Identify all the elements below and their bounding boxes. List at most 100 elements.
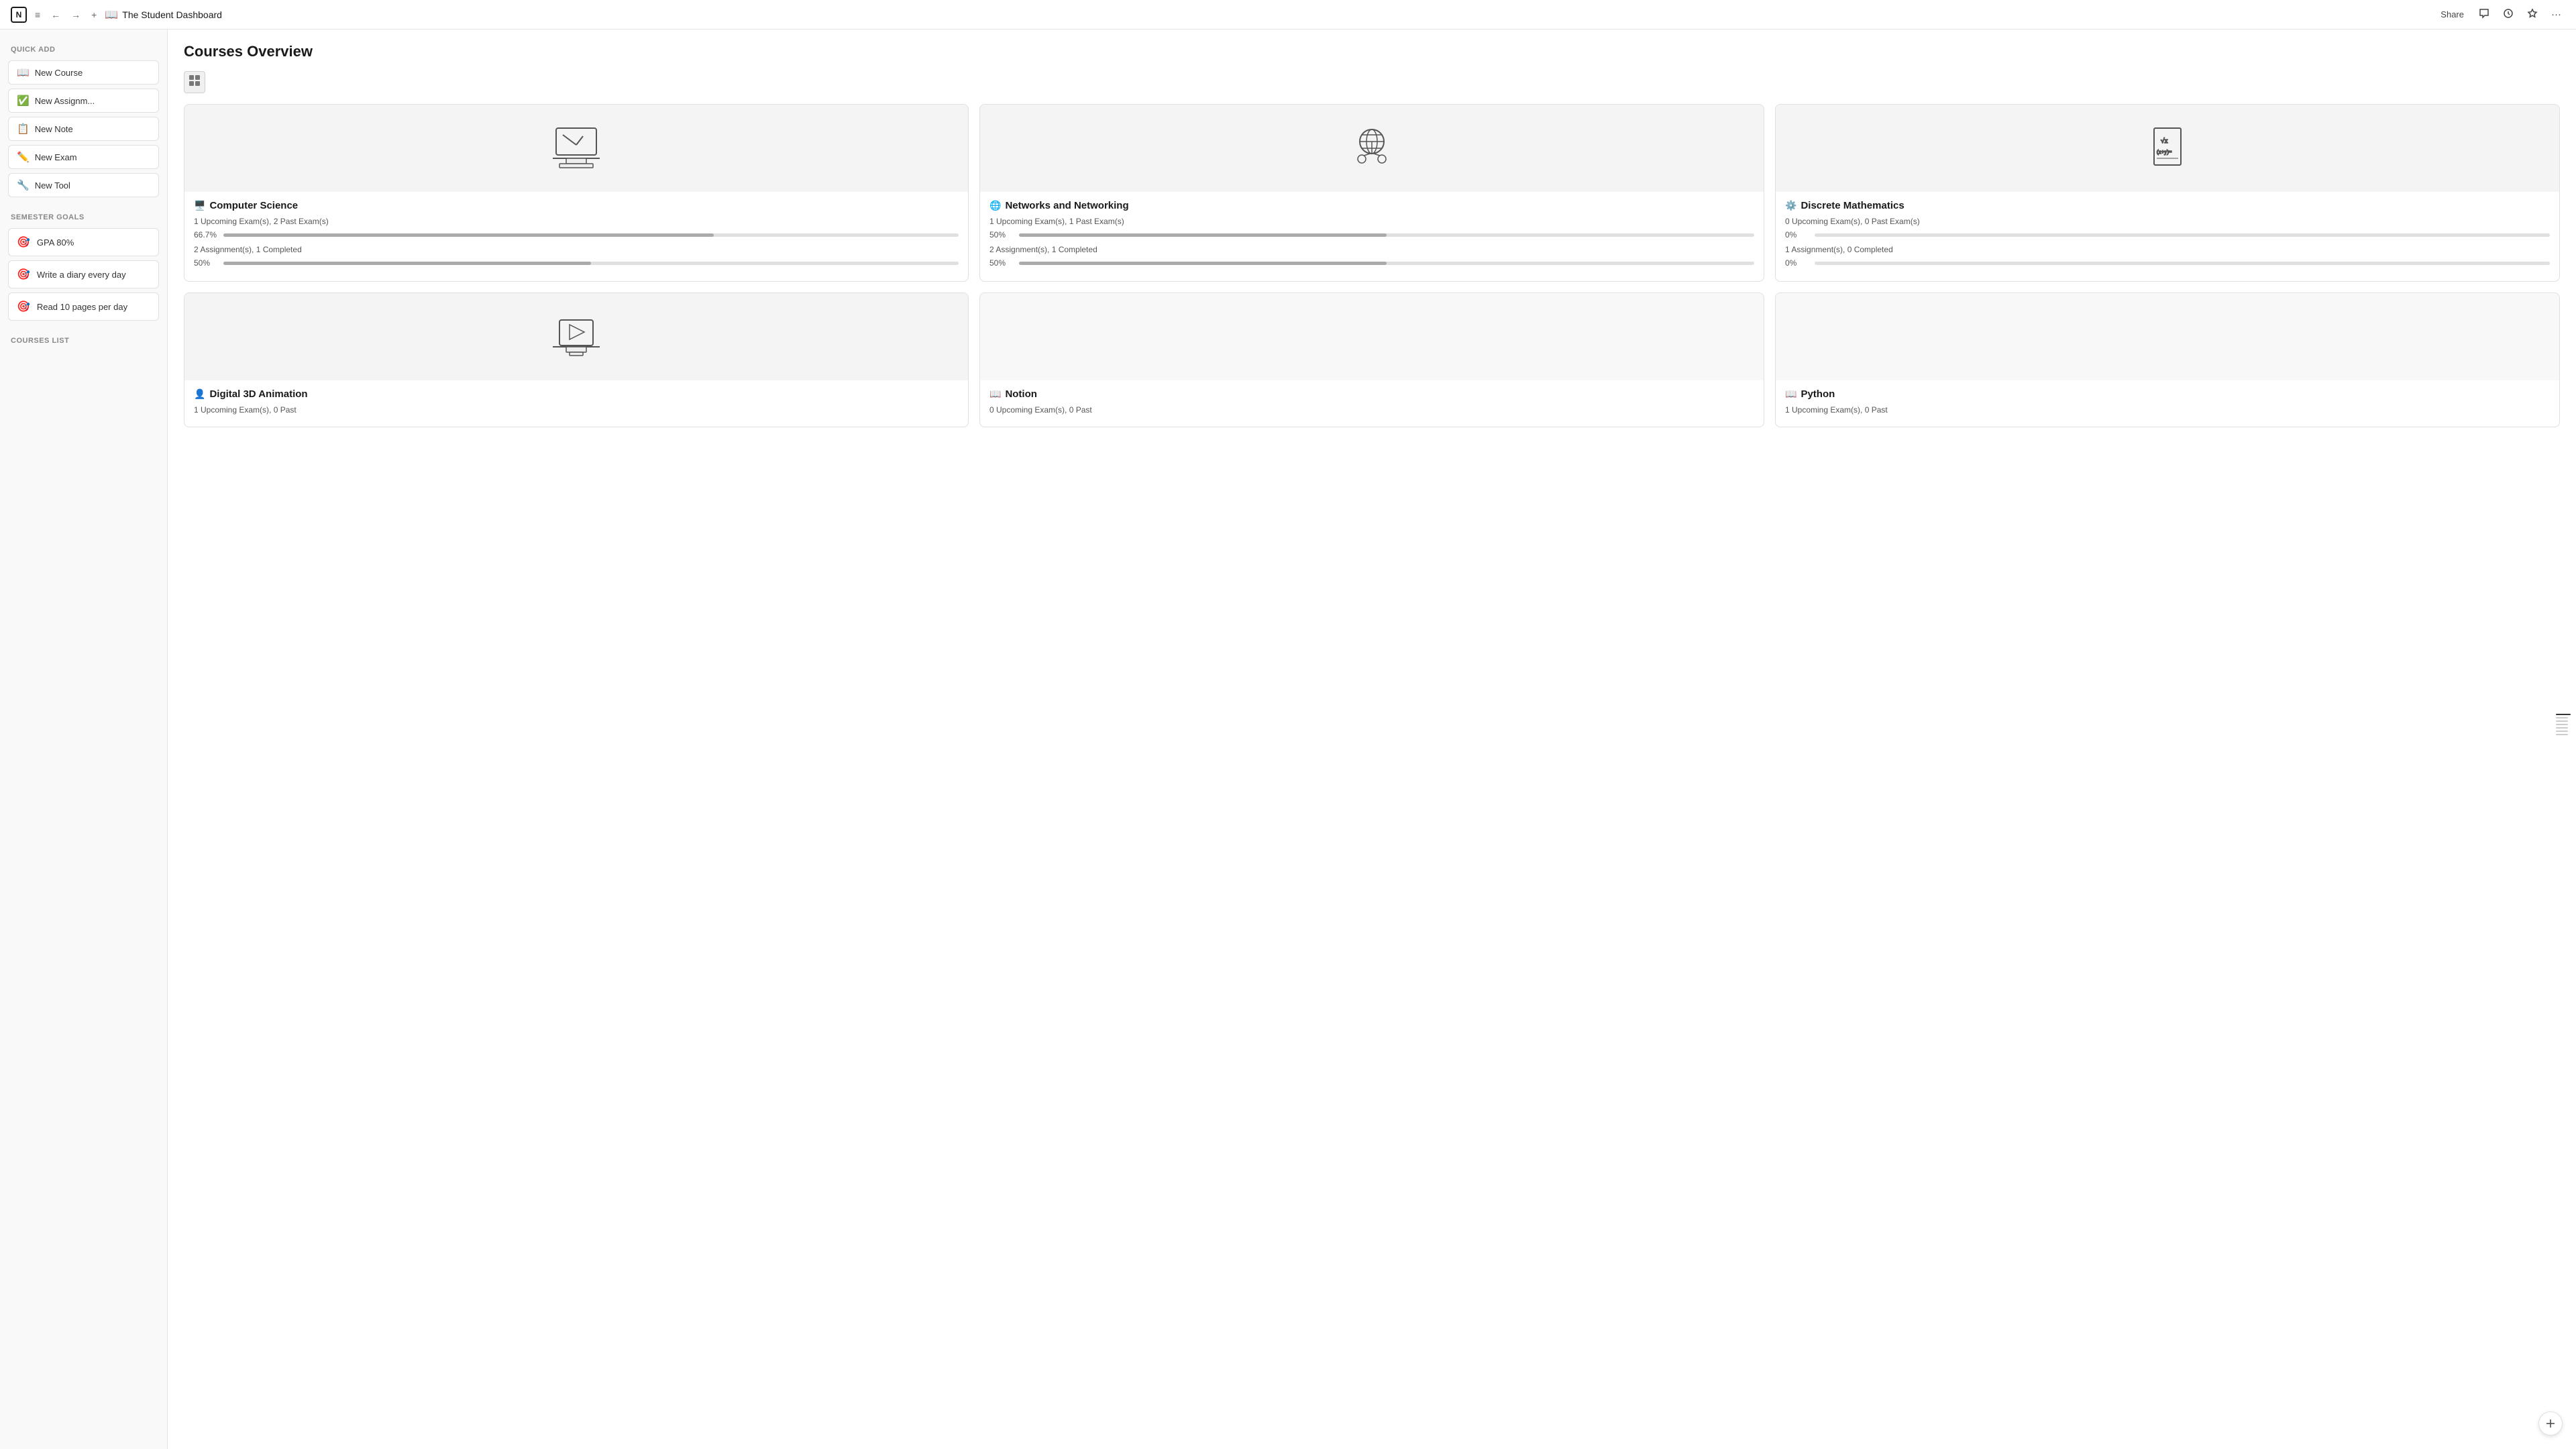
goal-reading-icon: 🎯 <box>17 300 30 313</box>
new-note-button[interactable]: 📋 New Note <box>8 117 159 141</box>
star-button[interactable] <box>2523 5 2542 24</box>
topbar-left: N ≡ ← → + 📖 The Student Dashboard <box>11 7 222 23</box>
new-tool-icon: 🔧 <box>17 179 30 191</box>
nn-title-icon: 🌐 <box>989 200 1001 211</box>
goal-gpa-icon: 🎯 <box>17 235 30 249</box>
cs-exam-progress-bg <box>223 233 959 237</box>
course-title-dm: ⚙️ Discrete Mathematics <box>1785 200 2550 211</box>
nn-exam-progress-label: 50% <box>989 230 1014 239</box>
dm-exam-progress-bg <box>1815 233 2550 237</box>
course-card-nn[interactable]: 🌐 Networks and Networking 1 Upcoming Exa… <box>979 104 1764 282</box>
python-exam-info: 1 Upcoming Exam(s), 0 Past <box>1785 405 2550 415</box>
nn-assignment-info: 2 Assignment(s), 1 Completed <box>989 245 1754 254</box>
new-tool-label: New Tool <box>35 180 70 191</box>
course-card-python[interactable]: 📖 Python 1 Upcoming Exam(s), 0 Past <box>1775 292 2560 427</box>
floating-action-button[interactable] <box>2538 1411 2563 1436</box>
cs-exam-progress-label: 66.7% <box>194 230 218 239</box>
cs-assignment-progress-fill <box>223 262 591 265</box>
content-area: Courses Overview <box>168 30 2576 1449</box>
course-title-cs: 🖥️ Computer Science <box>194 200 959 211</box>
cs-assignment-info: 2 Assignment(s), 1 Completed <box>194 245 959 254</box>
courses-overview-title: Courses Overview <box>184 43 2560 60</box>
topbar-right: Share ··· <box>2435 5 2565 24</box>
cs-exam-info: 1 Upcoming Exam(s), 2 Past Exam(s) <box>194 217 959 226</box>
back-button[interactable]: ← <box>48 7 63 23</box>
new-course-button[interactable]: 📖 New Course <box>8 60 159 85</box>
more-button[interactable]: ··· <box>2547 6 2565 23</box>
hamburger-button[interactable]: ≡ <box>32 7 43 23</box>
grid-view-button[interactable] <box>184 71 205 93</box>
scroll-dash-6 <box>2556 731 2568 732</box>
dm-assignment-progress-row: 0% <box>1785 258 2550 268</box>
dm-assignment-progress-bg <box>1815 262 2550 265</box>
new-note-icon: 📋 <box>17 123 30 135</box>
sidebar: Quick Add 📖 New Course ✅ New Assignm... … <box>0 30 168 1449</box>
new-exam-button[interactable]: ✏️ New Exam <box>8 145 159 169</box>
course-title-python: 📖 Python <box>1785 388 2550 400</box>
nn-exam-progress-fill <box>1019 233 1387 237</box>
scroll-indicator <box>2556 714 2571 735</box>
history-button[interactable] <box>2499 5 2518 24</box>
semester-goals-title: Semester Goals <box>8 208 159 225</box>
new-assignment-icon: ✅ <box>17 95 30 107</box>
cs-assignment-progress-bg <box>223 262 959 265</box>
course-card-dm[interactable]: √x (x+y)= ⚙️ Discrete Mathematics 0 Upco… <box>1775 104 2560 282</box>
nn-assignment-progress-bg <box>1019 262 1754 265</box>
nn-exam-progress-bg <box>1019 233 1754 237</box>
course-image-notion <box>980 293 1764 380</box>
goal-diary-label: Write a diary every day <box>37 270 126 280</box>
svg-text:√x: √x <box>2161 138 2168 145</box>
nn-exam-info: 1 Upcoming Exam(s), 1 Past Exam(s) <box>989 217 1754 226</box>
course-body-python: 📖 Python 1 Upcoming Exam(s), 0 Past <box>1776 380 2559 427</box>
new-assignment-button[interactable]: ✅ New Assignm... <box>8 89 159 113</box>
comment-button[interactable] <box>2475 5 2493 24</box>
dm-exam-progress-label: 0% <box>1785 230 1809 239</box>
page-title-container: 📖 The Student Dashboard <box>105 8 222 21</box>
course-body-d3d: 👤 Digital 3D Animation 1 Upcoming Exam(s… <box>184 380 968 427</box>
scroll-dash-4 <box>2556 724 2568 725</box>
new-exam-icon: ✏️ <box>17 151 30 163</box>
goal-reading-label: Read 10 pages per day <box>37 302 127 312</box>
new-course-icon: 📖 <box>17 66 30 78</box>
new-exam-label: New Exam <box>35 152 77 162</box>
cs-assignment-progress-row: 50% <box>194 258 959 268</box>
notion-course-icon: 📖 <box>989 388 1001 400</box>
course-card-notion[interactable]: 📖 Notion 0 Upcoming Exam(s), 0 Past <box>979 292 1764 427</box>
scroll-dash-1 <box>2556 714 2571 715</box>
goal-diary[interactable]: 🎯 Write a diary every day <box>8 260 159 288</box>
cs-title-icon: 🖥️ <box>194 200 205 211</box>
share-button[interactable]: Share <box>2435 7 2469 22</box>
notion-icon[interactable]: N <box>11 7 27 23</box>
topbar: N ≡ ← → + 📖 The Student Dashboard Share <box>0 0 2576 30</box>
dm-exam-progress-row: 0% <box>1785 230 2550 239</box>
dm-exam-info: 0 Upcoming Exam(s), 0 Past Exam(s) <box>1785 217 2550 226</box>
course-image-dm: √x (x+y)= <box>1776 105 2559 192</box>
course-card-cs[interactable]: 🖥️ Computer Science 1 Upcoming Exam(s), … <box>184 104 969 282</box>
svg-text:(x+y)=: (x+y)= <box>2157 149 2172 155</box>
new-tool-button[interactable]: 🔧 New Tool <box>8 173 159 197</box>
course-body-notion: 📖 Notion 0 Upcoming Exam(s), 0 Past <box>980 380 1764 427</box>
goal-reading[interactable]: 🎯 Read 10 pages per day <box>8 292 159 321</box>
course-image-d3d <box>184 293 968 380</box>
scroll-dash-7 <box>2556 734 2568 735</box>
scroll-dash-3 <box>2556 720 2568 722</box>
goal-gpa[interactable]: 🎯 GPA 80% <box>8 228 159 256</box>
dm-assignment-progress-label: 0% <box>1785 258 1809 268</box>
new-note-label: New Note <box>35 124 73 134</box>
course-body-dm: ⚙️ Discrete Mathematics 0 Upcoming Exam(… <box>1776 192 2559 281</box>
main-layout: Quick Add 📖 New Course ✅ New Assignm... … <box>0 30 2576 1449</box>
notion-exam-info: 0 Upcoming Exam(s), 0 Past <box>989 405 1754 415</box>
goal-gpa-label: GPA 80% <box>37 237 74 248</box>
forward-button[interactable]: → <box>68 7 83 23</box>
semester-goals-section: Semester Goals 🎯 GPA 80% 🎯 Write a diary… <box>8 208 159 321</box>
goal-diary-icon: 🎯 <box>17 268 30 281</box>
d3d-title-icon: 👤 <box>194 388 205 400</box>
view-toggle <box>184 71 2560 93</box>
quick-add-title: Quick Add <box>8 40 159 58</box>
course-card-d3d[interactable]: 👤 Digital 3D Animation 1 Upcoming Exam(s… <box>184 292 969 427</box>
add-button[interactable]: + <box>89 7 99 23</box>
python-title-icon: 📖 <box>1785 388 1796 400</box>
course-image-cs <box>184 105 968 192</box>
d3d-exam-info: 1 Upcoming Exam(s), 0 Past <box>194 405 959 415</box>
new-assignment-label: New Assignm... <box>35 96 95 106</box>
